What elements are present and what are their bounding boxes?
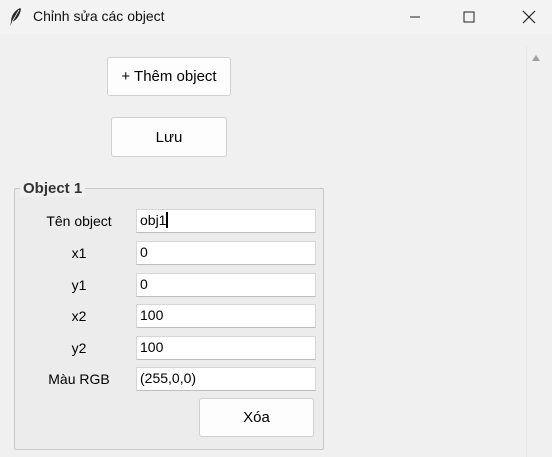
scroll-up-arrow-icon[interactable] — [531, 54, 541, 62]
y2-field[interactable]: 100 — [136, 336, 316, 360]
feather-icon — [8, 7, 24, 27]
x1-field[interactable]: 0 — [136, 241, 316, 265]
text-caret — [166, 212, 169, 228]
rgb-label: Màu RGB — [48, 371, 110, 387]
save-button[interactable]: Lưu — [111, 117, 227, 157]
minimize-icon — [410, 16, 420, 18]
vertical-scrollbar[interactable] — [526, 46, 544, 457]
maximize-button[interactable] — [446, 0, 492, 34]
close-icon — [522, 10, 536, 24]
name-field[interactable]: obj1 — [136, 209, 316, 233]
add-object-button[interactable]: + Thêm object — [107, 57, 231, 96]
close-button[interactable] — [506, 0, 552, 34]
x1-label: x1 — [71, 245, 87, 261]
minimize-button[interactable] — [392, 0, 438, 34]
y1-field[interactable]: 0 — [136, 273, 316, 297]
rgb-field[interactable]: (255,0,0) — [136, 367, 316, 391]
x2-field[interactable]: 100 — [136, 304, 316, 328]
object-group-title: Object 1 — [20, 180, 86, 197]
window-title: Chỉnh sửa các object — [33, 8, 165, 24]
title-bar[interactable]: Chỉnh sửa các object — [0, 0, 552, 34]
y1-label: y1 — [71, 277, 87, 293]
x2-label: x2 — [71, 308, 87, 324]
maximize-icon — [463, 11, 475, 23]
name-label: Tên object — [46, 213, 112, 229]
delete-object-button[interactable]: Xóa — [199, 398, 314, 437]
y2-label: y2 — [71, 340, 87, 356]
